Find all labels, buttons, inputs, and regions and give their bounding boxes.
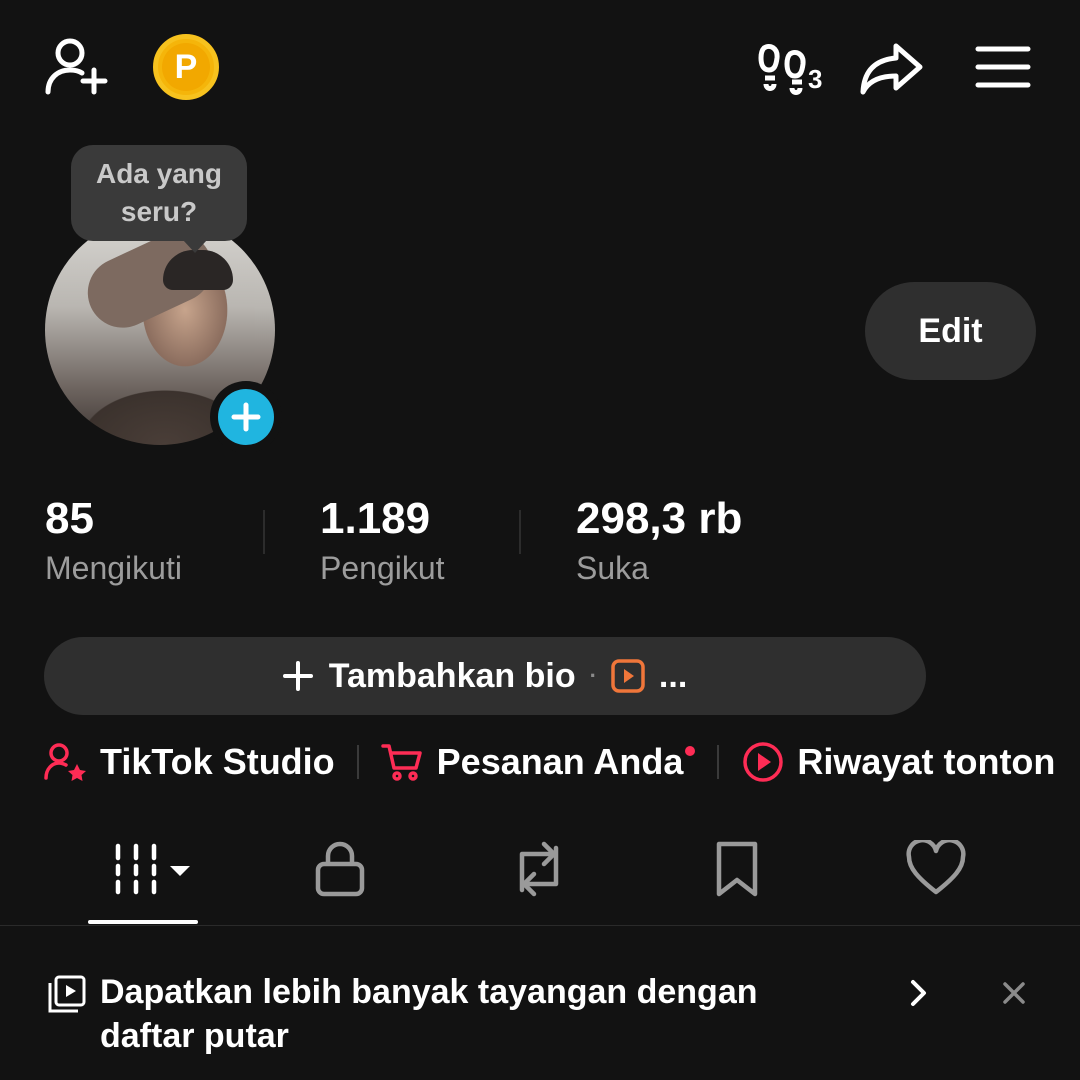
tab-private[interactable]: [314, 840, 366, 898]
lock-icon: [314, 840, 366, 898]
shortcut-tiktok-studio[interactable]: TikTok Studio: [44, 740, 335, 784]
cart-icon: [380, 740, 425, 784]
shortcut-divider: [717, 745, 720, 779]
edit-profile-button[interactable]: Edit: [865, 282, 1036, 380]
active-tab-indicator: [88, 920, 198, 924]
tabs-divider: [0, 925, 1080, 926]
stat-followers[interactable]: 1.189 Pengikut: [320, 494, 445, 588]
stat-divider: [263, 510, 265, 554]
play-circle-icon: [741, 740, 785, 784]
tab-reposts[interactable]: [508, 840, 570, 898]
stat-label: Suka: [576, 550, 649, 586]
stat-value: 85: [45, 494, 94, 543]
coin-letter: P: [162, 43, 210, 91]
tab-liked[interactable]: [906, 840, 966, 896]
plus-icon: [218, 389, 274, 445]
playlist-icon: [48, 975, 86, 1013]
stat-value: 1.189: [320, 494, 431, 543]
shortcut-orders[interactable]: Pesanan Anda: [380, 740, 696, 784]
stat-following[interactable]: 85 Mengikuti: [45, 494, 182, 588]
stat-likes[interactable]: 298,3 rb Suka: [576, 494, 742, 588]
shortcut-divider: [356, 745, 359, 779]
share-icon[interactable]: [860, 40, 924, 96]
notification-dot: [685, 746, 696, 756]
hamburger-menu-icon[interactable]: [975, 45, 1031, 89]
shortcut-row: TikTok Studio Pesanan Anda Riwayat tonto…: [44, 730, 1055, 794]
add-bio-label: Tambahkan bio: [328, 656, 576, 695]
chevron-right-icon[interactable]: [905, 978, 931, 1008]
stat-label: Pengikut: [320, 550, 445, 586]
plus-icon: [282, 661, 313, 691]
add-user-icon[interactable]: [44, 36, 110, 96]
shortcut-label: Riwayat tonton: [797, 741, 1056, 782]
shortcut-label: Pesanan Anda: [436, 741, 684, 782]
videos-grid-icon: [112, 840, 196, 896]
status-bubble[interactable]: Ada yang seru?: [71, 145, 247, 253]
stat-value: 298,3 rb: [576, 494, 743, 543]
creator-star-icon: [44, 740, 88, 784]
coin-icon[interactable]: P: [153, 34, 219, 100]
tab-saved[interactable]: [714, 840, 760, 898]
avatar-photo-detail: [163, 250, 233, 290]
bookmark-icon: [714, 840, 760, 898]
tab-videos[interactable]: [112, 840, 196, 896]
bio-more: ...: [658, 656, 688, 695]
shortcut-label: TikTok Studio: [100, 741, 335, 782]
footprints-icon[interactable]: [756, 40, 812, 96]
repost-icon: [508, 840, 570, 898]
visitors-count: 3: [808, 64, 823, 94]
shortcut-watch-history[interactable]: Riwayat tonton: [741, 740, 1055, 784]
heart-icon: [906, 840, 966, 896]
playlist-banner-text[interactable]: Dapatkan lebih banyak tayangan dengan da…: [100, 970, 860, 1058]
bio-separator: ·: [589, 663, 597, 688]
video-play-icon: [611, 659, 645, 693]
add-story-button[interactable]: [210, 381, 282, 453]
stat-divider: [519, 510, 521, 554]
stat-label: Mengikuti: [45, 550, 182, 586]
add-bio-button[interactable]: Tambahkan bio · ...: [44, 637, 926, 715]
close-icon[interactable]: [1002, 981, 1026, 1005]
